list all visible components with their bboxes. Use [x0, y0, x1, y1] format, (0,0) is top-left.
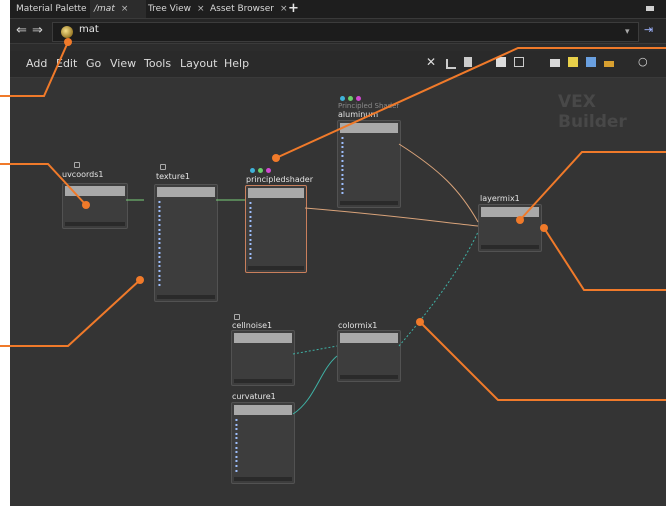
- wire: [304, 207, 479, 227]
- callout-line: [419, 321, 666, 401]
- callout-dot: [64, 38, 72, 46]
- wire-dotted: [292, 345, 338, 355]
- callout-dot: [82, 201, 90, 209]
- callout-dot: [416, 318, 424, 326]
- callout-line: [519, 151, 666, 221]
- callout-line: [0, 41, 69, 97]
- callout-dot: [272, 154, 280, 162]
- wire-dotted: [398, 231, 479, 347]
- callout-line: [543, 227, 666, 291]
- callout-line: [0, 163, 87, 206]
- callout-dot: [136, 276, 144, 284]
- screenshot: Material Palette× /mat× Tree View× Asset…: [0, 0, 666, 506]
- annotation-layer: [0, 38, 666, 415]
- callout-dot: [516, 216, 524, 224]
- wire: [398, 143, 479, 223]
- wire: [292, 355, 338, 415]
- callout-line: [0, 279, 141, 347]
- callout-line: [275, 47, 666, 159]
- callout-dot: [540, 224, 548, 232]
